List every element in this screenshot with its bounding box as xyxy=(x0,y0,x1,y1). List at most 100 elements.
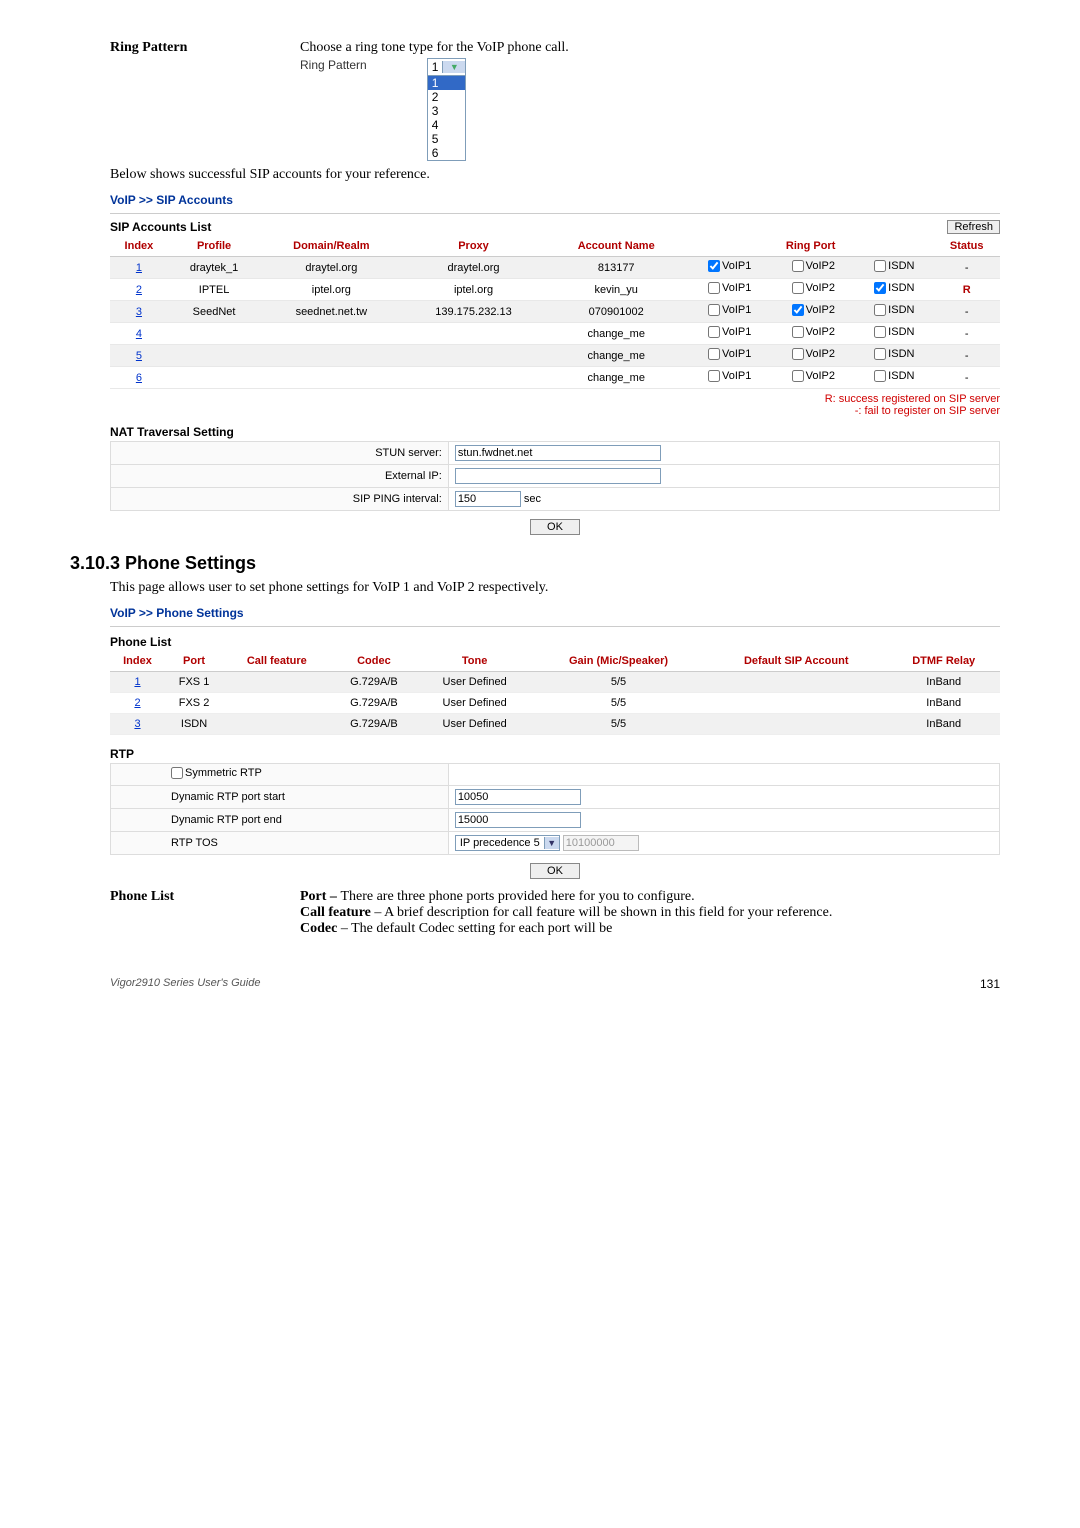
refresh-button[interactable]: Refresh xyxy=(947,220,1000,234)
sip-accounts-panel: VoIP >> SIP Accounts SIP Accounts List R… xyxy=(110,189,1000,535)
ping-input[interactable] xyxy=(455,491,521,507)
table-row: 3 ISDN G.729A/B User Defined 5/5 InBand xyxy=(110,714,1000,735)
sip-index-link[interactable]: 4 xyxy=(136,328,142,340)
ring-option-3[interactable]: 3 xyxy=(428,104,466,118)
sip-index-link[interactable]: 6 xyxy=(136,372,142,384)
ring-option-5[interactable]: 5 xyxy=(428,132,466,146)
phone-list-desc-body: Port – There are three phone ports provi… xyxy=(300,889,1000,937)
rtp-tos-label: RTP TOS xyxy=(111,832,449,855)
ring-pattern-select[interactable]: 1 ▼ 1 2 3 4 5 6 xyxy=(427,58,467,161)
rtp-end-input[interactable] xyxy=(455,812,581,828)
col-profile: Profile xyxy=(168,236,260,257)
ok-button[interactable]: OK xyxy=(530,863,580,879)
nat-title: NAT Traversal Setting xyxy=(110,425,1000,439)
page-number: 131 xyxy=(980,977,1000,991)
voip1-checkbox[interactable]: VoIP1 xyxy=(708,260,751,272)
isdn-checkbox[interactable]: ISDN xyxy=(874,326,914,338)
table-row: 6 change_me VoIP1 VoIP2 ISDN - xyxy=(110,367,1000,389)
chevron-down-icon: ▼ xyxy=(544,837,559,849)
voip1-checkbox[interactable]: VoIP1 xyxy=(708,348,751,360)
rtp-tos-selected: IP precedence 5 xyxy=(456,836,544,850)
ring-option-4[interactable]: 4 xyxy=(428,118,466,132)
table-row: 4 change_me VoIP1 VoIP2 ISDN - xyxy=(110,323,1000,345)
breadcrumb-phone: VoIP >> Phone Settings xyxy=(110,602,1000,624)
sip-list-title: SIP Accounts List xyxy=(110,220,211,234)
pcol-port: Port xyxy=(165,651,223,672)
port-label: Port – xyxy=(300,889,340,904)
voip1-checkbox[interactable]: VoIP1 xyxy=(708,282,751,294)
sip-index-link[interactable]: 3 xyxy=(136,306,142,318)
voip2-checkbox[interactable]: VoIP2 xyxy=(792,370,835,382)
pcol-dtmf: DTMF Relay xyxy=(887,651,1000,672)
legend-fail: -: fail to register on SIP server xyxy=(855,405,1000,417)
phone-index-link[interactable]: 2 xyxy=(134,697,140,709)
voip2-checkbox[interactable]: VoIP2 xyxy=(792,326,835,338)
stun-input[interactable] xyxy=(455,445,661,461)
voip2-checkbox[interactable]: VoIP2 xyxy=(792,348,835,360)
ok-button[interactable]: OK xyxy=(530,519,580,535)
isdn-checkbox[interactable]: ISDN xyxy=(874,260,914,272)
table-row: 1 FXS 1 G.729A/B User Defined 5/5 InBand xyxy=(110,672,1000,693)
symmetric-rtp-checkbox[interactable]: Symmetric RTP xyxy=(171,767,262,779)
isdn-checkbox[interactable]: ISDN xyxy=(874,304,914,316)
rtp-tos-select[interactable]: IP precedence 5 ▼ xyxy=(455,835,560,851)
phone-index-link[interactable]: 1 xyxy=(134,676,140,688)
voip2-checkbox[interactable]: VoIP2 xyxy=(792,304,835,316)
pcol-call: Call feature xyxy=(223,651,330,672)
table-row: 2 FXS 2 G.729A/B User Defined 5/5 InBand xyxy=(110,693,1000,714)
legend-success: R: success registered on SIP server xyxy=(825,393,1000,405)
voip2-checkbox[interactable]: VoIP2 xyxy=(792,260,835,272)
voip1-checkbox[interactable]: VoIP1 xyxy=(708,304,751,316)
table-row: 3 SeedNet seednet.net.tw 139.175.232.13 … xyxy=(110,301,1000,323)
codec-label: Codec xyxy=(300,921,337,936)
ring-option-6[interactable]: 6 xyxy=(428,146,466,160)
isdn-checkbox[interactable]: ISDN xyxy=(874,370,914,382)
col-account: Account Name xyxy=(545,236,688,257)
table-row: 2 IPTEL iptel.org iptel.org kevin_yu VoI… xyxy=(110,279,1000,301)
rtp-start-input[interactable] xyxy=(455,789,581,805)
ping-unit: sec xyxy=(524,493,541,505)
page-footer: Vigor2910 Series User's Guide 131 xyxy=(110,977,1000,989)
rtp-end-label: Dynamic RTP port end xyxy=(111,809,449,832)
sip-accounts-table: Index Profile Domain/Realm Proxy Account… xyxy=(110,236,1000,389)
phone-list-title: Phone List xyxy=(110,635,1000,649)
voip2-checkbox[interactable]: VoIP2 xyxy=(792,282,835,294)
col-status: Status xyxy=(933,236,1000,257)
col-index: Index xyxy=(110,236,168,257)
table-row: 1 draytek_1 draytel.org draytel.org 8131… xyxy=(110,257,1000,279)
col-proxy: Proxy xyxy=(402,236,544,257)
pcol-tone: Tone xyxy=(417,651,532,672)
ring-pattern-field-label: Ring Pattern xyxy=(300,58,367,72)
sip-index-link[interactable]: 1 xyxy=(136,262,142,274)
ring-option-1[interactable]: 1 xyxy=(428,76,466,90)
call-text: – A brief description for call feature w… xyxy=(371,905,832,920)
phone-index-link[interactable]: 3 xyxy=(134,718,140,730)
ping-label: SIP PING interval: xyxy=(111,488,449,511)
ring-option-2[interactable]: 2 xyxy=(428,90,466,104)
sip-index-link[interactable]: 5 xyxy=(136,350,142,362)
phone-list-desc-row: Phone List Port – There are three phone … xyxy=(110,889,1000,937)
ring-pattern-selected: 1 xyxy=(428,59,443,75)
isdn-checkbox[interactable]: ISDN xyxy=(874,348,914,360)
pcol-codec: Codec xyxy=(330,651,417,672)
ring-pattern-desc-text: Choose a ring tone type for the VoIP pho… xyxy=(300,40,569,55)
phone-list-table: Index Port Call feature Codec Tone Gain … xyxy=(110,651,1000,735)
voip1-checkbox[interactable]: VoIP1 xyxy=(708,370,751,382)
phone-list-desc-heading: Phone List xyxy=(110,889,300,937)
section-desc: This page allows user to set phone setti… xyxy=(110,580,1000,596)
footer-guide: Vigor2910 Series User's Guide xyxy=(110,977,260,989)
table-row: 5 change_me VoIP1 VoIP2 ISDN - xyxy=(110,345,1000,367)
ring-pattern-row: Ring Pattern Choose a ring tone type for… xyxy=(110,40,1000,161)
pcol-gain: Gain (Mic/Speaker) xyxy=(532,651,705,672)
isdn-checkbox[interactable]: ISDN xyxy=(874,282,914,294)
rtp-start-label: Dynamic RTP port start xyxy=(111,786,449,809)
ring-pattern-desc: Choose a ring tone type for the VoIP pho… xyxy=(300,40,1000,161)
ext-ip-label: External IP: xyxy=(111,465,449,488)
ext-ip-input[interactable] xyxy=(455,468,661,484)
breadcrumb-sip: VoIP >> SIP Accounts xyxy=(110,189,1000,211)
phone-settings-panel: VoIP >> Phone Settings Phone List Index … xyxy=(110,602,1000,879)
status-legend: R: success registered on SIP server -: f… xyxy=(110,393,1000,417)
sip-index-link[interactable]: 2 xyxy=(136,284,142,296)
voip1-checkbox[interactable]: VoIP1 xyxy=(708,326,751,338)
rtp-table: Symmetric RTP Dynamic RTP port start Dyn… xyxy=(110,763,1000,855)
